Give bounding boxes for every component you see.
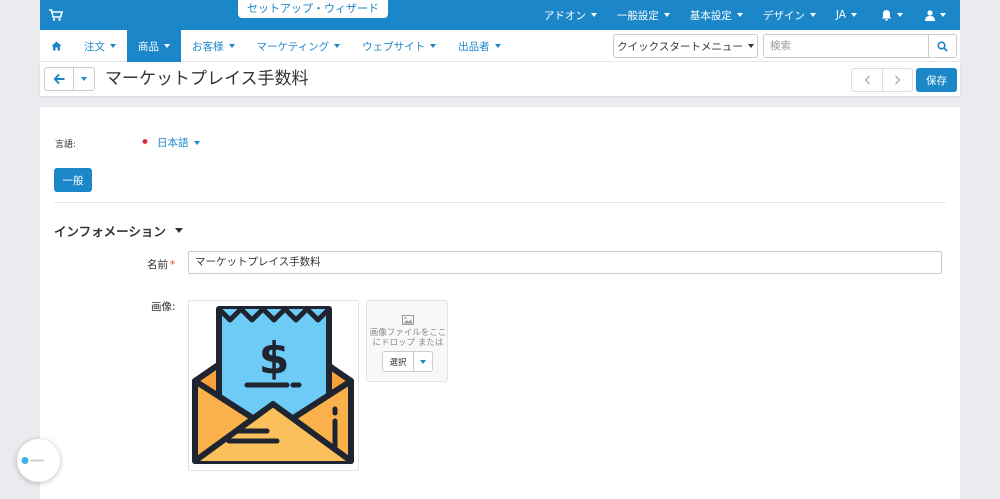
setup-wizard-tab[interactable]: セットアップ・ウィザード bbox=[238, 0, 388, 18]
nav-orders[interactable]: 注文 bbox=[73, 30, 127, 62]
chevron-down-icon bbox=[110, 44, 116, 48]
bell-icon bbox=[881, 10, 892, 21]
nav-label: お客様 bbox=[192, 40, 224, 53]
required-marker: * bbox=[170, 259, 176, 271]
chevron-down-icon bbox=[897, 13, 903, 17]
japan-flag-icon bbox=[140, 137, 150, 146]
cart-icon[interactable] bbox=[49, 9, 63, 21]
language-code: JA bbox=[835, 9, 846, 21]
nav-vendors[interactable]: 出品者 bbox=[447, 30, 512, 62]
nav-website[interactable]: ウェブサイト bbox=[351, 30, 447, 62]
next-button[interactable] bbox=[882, 69, 912, 91]
top-menu-label: アドオン bbox=[543, 9, 586, 22]
chevron-down-icon bbox=[228, 44, 235, 48]
notifications-button[interactable] bbox=[881, 9, 903, 21]
chevron-down-icon bbox=[809, 13, 816, 17]
save-button[interactable]: 保存 bbox=[916, 68, 957, 92]
search-input[interactable] bbox=[764, 35, 928, 57]
select-file-group: 選択 bbox=[382, 351, 433, 372]
chevron-down-icon bbox=[494, 44, 501, 48]
top-menu-label: 一般設定 bbox=[616, 9, 659, 22]
arrow-left-icon bbox=[53, 74, 64, 84]
name-label: 名前 * bbox=[147, 257, 175, 272]
chat-widget-button[interactable] bbox=[17, 439, 60, 482]
nav-home[interactable] bbox=[40, 30, 73, 62]
prev-button[interactable] bbox=[852, 69, 882, 91]
chat-logo-icon bbox=[21, 457, 44, 464]
chevron-right-icon bbox=[894, 75, 901, 85]
chevron-down-icon bbox=[747, 44, 754, 48]
home-icon bbox=[51, 41, 62, 51]
language-selector[interactable]: JA bbox=[836, 9, 857, 21]
top-menu-basic-settings[interactable]: 基本設定 bbox=[690, 8, 743, 23]
chevron-down-icon bbox=[940, 13, 946, 17]
chevron-down-icon bbox=[430, 44, 437, 48]
chevron-down-icon bbox=[334, 44, 341, 48]
record-pager bbox=[851, 68, 913, 92]
main-nav: 注文 商品 お客様 マーケティング ウェブサイト 出品者 クイックスタートメニュ… bbox=[40, 30, 960, 62]
nav-products[interactable]: 商品 bbox=[127, 30, 181, 62]
nav-label: 商品 bbox=[138, 40, 159, 53]
chevron-down-icon bbox=[81, 77, 87, 81]
image-label: 画像: bbox=[151, 301, 176, 313]
svg-text:$: $ bbox=[259, 333, 290, 384]
nav-label: マーケティング bbox=[256, 40, 330, 53]
chevron-down-icon bbox=[851, 13, 857, 17]
section-toggle-information[interactable]: インフォメーション bbox=[54, 221, 183, 240]
top-menu: アドオン 一般設定 基本設定 デザイン JA bbox=[524, 0, 946, 30]
content-panel: 言語: 日本語 一般 インフォメーション 名前 * マーケットプレイス手数料 画像… bbox=[40, 107, 960, 499]
top-menu-design[interactable]: デザイン bbox=[763, 8, 816, 23]
chevron-down-icon bbox=[193, 140, 200, 145]
top-menu-general-settings[interactable]: 一般設定 bbox=[617, 8, 670, 23]
language-dropdown[interactable]: 日本語 bbox=[157, 135, 200, 150]
top-bar: セットアップ・ウィザード アドオン 一般設定 基本設定 デザイン JA bbox=[40, 0, 960, 30]
back-button[interactable] bbox=[45, 68, 74, 90]
search-icon bbox=[937, 40, 948, 52]
select-source-dropdown[interactable] bbox=[414, 352, 432, 371]
quickstart-label: クイックスタートメニュー bbox=[617, 40, 743, 53]
language-label: 言語: bbox=[55, 140, 77, 150]
chevron-down-icon bbox=[420, 359, 426, 364]
chevron-down-icon bbox=[174, 228, 183, 233]
nav-label: ウェブサイト bbox=[362, 40, 426, 53]
chevron-down-icon bbox=[736, 13, 743, 17]
image-preview[interactable]: $ bbox=[188, 300, 359, 471]
language-value: 日本語 bbox=[157, 137, 189, 149]
select-file-button[interactable]: 選択 bbox=[383, 352, 414, 371]
chevron-left-icon bbox=[863, 75, 870, 85]
section-title: インフォメーション bbox=[54, 224, 166, 239]
tab-general[interactable]: 一般 bbox=[54, 168, 92, 192]
search-box bbox=[763, 34, 957, 58]
nav-label: 出品者 bbox=[458, 40, 490, 53]
chevron-down-icon bbox=[663, 13, 670, 17]
nav-label: 注文 bbox=[84, 40, 105, 53]
top-menu-label: 基本設定 bbox=[689, 9, 732, 22]
name-label-text: 名前 bbox=[147, 259, 168, 271]
user-icon bbox=[925, 9, 935, 21]
nav-customers[interactable]: お客様 bbox=[181, 30, 246, 62]
back-dropdown-button[interactable] bbox=[74, 68, 94, 90]
top-menu-addons[interactable]: アドオン bbox=[544, 8, 597, 23]
top-menu-label: デザイン bbox=[762, 9, 805, 22]
image-drop-zone[interactable]: 画像ファイルをここにドロップ または 選択 bbox=[366, 300, 448, 382]
chevron-down-icon bbox=[164, 44, 170, 48]
name-field[interactable]: マーケットプレイス手数料 bbox=[188, 251, 942, 274]
quickstart-menu-button[interactable]: クイックスタートメニュー bbox=[613, 34, 758, 58]
nav-marketing[interactable]: マーケティング bbox=[246, 30, 352, 62]
back-button-group bbox=[44, 67, 95, 91]
page-title: マーケットプレイス手数料 bbox=[105, 69, 309, 89]
divider bbox=[54, 202, 946, 203]
chevron-down-icon bbox=[590, 13, 597, 17]
title-bar: マーケットプレイス手数料 保存 bbox=[40, 62, 960, 96]
user-menu-button[interactable] bbox=[925, 9, 946, 21]
nav-items: 注文 商品 お客様 マーケティング ウェブサイト 出品者 bbox=[40, 30, 512, 62]
drop-zone-text: 画像ファイルをここにドロップ または bbox=[369, 328, 447, 348]
search-button[interactable] bbox=[928, 35, 956, 57]
commission-envelope-image: $ bbox=[192, 306, 354, 464]
image-icon bbox=[402, 315, 414, 325]
